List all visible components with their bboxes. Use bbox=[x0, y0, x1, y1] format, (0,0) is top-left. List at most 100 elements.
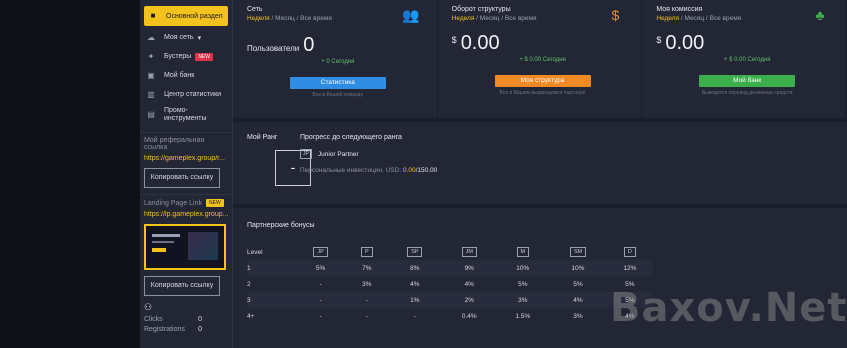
separator: / bbox=[271, 15, 274, 22]
bonus-title: Партнерские бонусы bbox=[247, 222, 315, 229]
investments-label: Персональные инвестиции, USD: bbox=[300, 167, 402, 174]
column-header: SM bbox=[549, 244, 607, 260]
period-week[interactable]: Неделя bbox=[656, 15, 679, 22]
home-icon: ■ bbox=[150, 11, 156, 20]
my-bank-button[interactable]: Мой банк bbox=[699, 75, 796, 87]
next-rank: JP Junior Partner bbox=[300, 149, 359, 159]
table-cell: 4% bbox=[573, 296, 583, 304]
separator: / bbox=[296, 15, 299, 22]
investments-current: 0.00 bbox=[402, 167, 416, 174]
stat-value: 0 bbox=[198, 316, 202, 323]
statistics-button[interactable]: Статистика bbox=[289, 77, 386, 89]
today-delta: + 0 Сегодня bbox=[321, 59, 355, 65]
network-card: Сеть Неделя / Месяц / Все время 👥 Пользо… bbox=[233, 0, 438, 118]
table-cell: 8% bbox=[410, 264, 420, 272]
stat-label: Registrations bbox=[144, 326, 185, 333]
table-cell: - bbox=[365, 312, 368, 320]
copy-landing-button[interactable]: Копировать ссылку bbox=[144, 276, 220, 296]
landing-preview-image[interactable] bbox=[144, 224, 226, 270]
separator: / bbox=[705, 15, 708, 22]
table-cell: 5% bbox=[315, 264, 326, 272]
table-cell: 4% bbox=[410, 280, 420, 288]
rank-badge: JM bbox=[461, 247, 477, 257]
card-subtext: Выводится перевод денежные средств bbox=[701, 90, 793, 96]
table-row: 1 5% 7% 8% 9% 10% 10% 12% bbox=[247, 260, 653, 276]
dollar-icon: $ bbox=[611, 7, 620, 23]
rank-name: Junior Partner bbox=[317, 150, 359, 158]
period-month[interactable]: Месяц bbox=[684, 15, 704, 22]
separator: / bbox=[476, 15, 478, 22]
table-row: 2-3% 4% 4% 5% 5% 5% bbox=[247, 276, 653, 292]
sidebar-item-network[interactable]: ☁ Моя сеть ▾ bbox=[140, 28, 232, 47]
period-month[interactable]: Месяц bbox=[275, 15, 295, 22]
turnover-card: Оборот структуры Неделя / Месяц / Все вр… bbox=[437, 0, 643, 118]
table-cell: 2% bbox=[464, 296, 474, 304]
sidebar-item-label: Центр статистики bbox=[164, 91, 222, 98]
plant-icon: ♣ bbox=[815, 7, 825, 23]
landing-label: Landing Page Link NEW bbox=[144, 199, 228, 207]
referral-link[interactable]: https://gameplex.group/r... bbox=[144, 155, 228, 162]
my-structure-button[interactable]: Моя структура bbox=[494, 75, 591, 87]
table-cell: 3% bbox=[362, 280, 372, 288]
sidebar-item-main[interactable]: ■ Основной раздел bbox=[144, 6, 228, 26]
table-cell: 3% bbox=[518, 296, 528, 304]
period-week[interactable]: Неделя bbox=[452, 15, 475, 22]
period-month[interactable]: Месяц bbox=[480, 15, 500, 22]
sidebar-item-label: Мой банк bbox=[164, 72, 195, 79]
rank-panel: Мой Ранг - Прогресс до следующего ранга … bbox=[233, 122, 847, 204]
column-header: JP bbox=[295, 244, 346, 260]
table-row: 4+ - - -0.4% 1.5% 3% 4% bbox=[247, 308, 653, 324]
investments-target: /150.00 bbox=[415, 167, 438, 174]
landing-section: Landing Page Link NEW https://lp.gameple… bbox=[140, 194, 232, 296]
period-week[interactable]: Неделя bbox=[247, 15, 270, 22]
column-header: JM bbox=[442, 244, 496, 260]
period-all[interactable]: Все время bbox=[710, 15, 742, 22]
table-header-row: Level JP P SP JM M SM D bbox=[247, 244, 653, 260]
sidebar-item-label: Моя сеть bbox=[164, 34, 194, 41]
rank-badge: P bbox=[361, 247, 373, 257]
column-header: M bbox=[497, 244, 550, 260]
amount: 0.00 bbox=[460, 32, 500, 54]
booster-icon: ✦ bbox=[147, 51, 155, 61]
stats-icon: ▥ bbox=[147, 89, 155, 99]
table-cell: 4+ bbox=[247, 312, 255, 320]
landing-link[interactable]: https://lp.gameplex.group... bbox=[144, 211, 228, 218]
table-cell: 7% bbox=[362, 264, 372, 272]
card-subtext: Все в Вашем выдающемся партнёре bbox=[499, 90, 586, 96]
background-strip bbox=[0, 0, 140, 348]
investments-progress: Персональные инвестиции, USD: 0.00/150.0… bbox=[300, 167, 437, 174]
period-all[interactable]: Все время bbox=[300, 15, 332, 22]
sidebar-item-stats[interactable]: ▥ Центр статистики bbox=[140, 85, 232, 104]
table-cell: 10% bbox=[516, 264, 530, 272]
column-header: P bbox=[346, 244, 387, 260]
table-cell: 10% bbox=[571, 264, 585, 272]
column-header: Level bbox=[247, 248, 263, 256]
table-cell: 1.5% bbox=[515, 312, 531, 320]
sidebar-item-bank[interactable]: ▣ Мой банк bbox=[140, 66, 232, 85]
sidebar-item-promo[interactable]: ▤ Промо- инструменты bbox=[140, 104, 232, 126]
chevron-down-icon: ▾ bbox=[197, 34, 202, 42]
period-all[interactable]: Все время bbox=[505, 15, 537, 22]
rank-badge: SM bbox=[569, 247, 587, 257]
rank-badge: M bbox=[516, 247, 530, 257]
table-row: 3- -1% 2% 3% 4% 5% bbox=[247, 292, 653, 308]
table-cell: 5% bbox=[518, 280, 528, 288]
column-header: D bbox=[607, 244, 653, 260]
users-row: Пользователи 0 bbox=[247, 34, 429, 57]
currency-symbol: $ bbox=[451, 35, 457, 45]
table-cell: 4% bbox=[464, 280, 474, 288]
stat-clicks: Clicks 0 bbox=[144, 316, 228, 323]
table-cell: - bbox=[365, 296, 368, 304]
amount: 0.00 bbox=[665, 32, 705, 54]
bonus-table: Level JP P SP JM M SM D 1 5% 7% 8% 9% 10% 10% 1… bbox=[247, 244, 653, 324]
table-cell: 12% bbox=[623, 264, 637, 272]
click-stats: ⚇ Clicks 0 Registrations 0 bbox=[140, 296, 232, 333]
table-cell: - bbox=[319, 312, 322, 320]
stat-label: Clicks bbox=[144, 316, 163, 323]
landing-label-text: Landing Page Link bbox=[144, 199, 202, 207]
sidebar-item-boosters[interactable]: ✦ Бустеры NEW bbox=[140, 47, 232, 66]
copy-referral-button[interactable]: Копировать ссылку bbox=[144, 168, 220, 188]
watermark: Baxov.Net bbox=[610, 285, 847, 331]
today-delta: + $ 0.00 Сегодня bbox=[519, 57, 566, 63]
rank-badge: JP bbox=[313, 247, 328, 257]
